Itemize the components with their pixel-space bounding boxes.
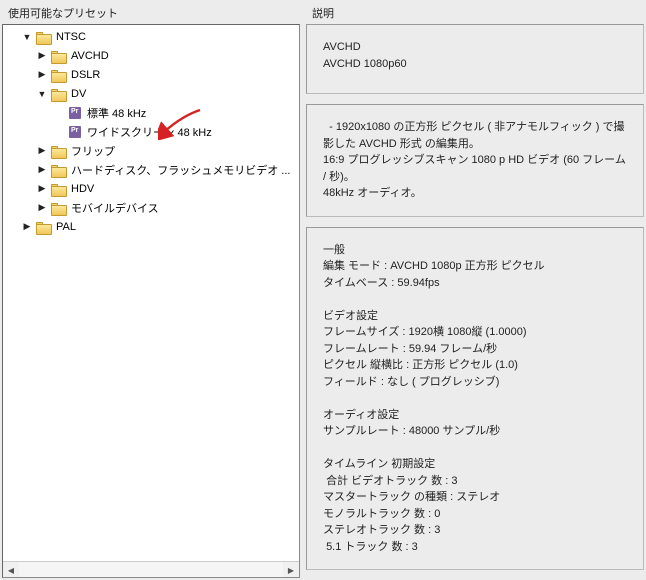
folder-icon — [51, 201, 67, 215]
tree-item-preset-standard[interactable]: 標準 48 kHz — [3, 103, 299, 122]
preset-tree[interactable]: NTSC AVCHD DSLR DV — [2, 24, 300, 578]
expand-toggle-icon[interactable] — [35, 201, 49, 215]
description-header-box: AVCHD AVCHD 1080p60 — [306, 24, 644, 94]
desc-text: AVCHD — [323, 41, 361, 53]
folder-icon — [51, 68, 67, 82]
tree-label: HDV — [71, 183, 94, 195]
tree-label: 標準 48 kHz — [87, 105, 146, 121]
scroll-right-icon[interactable]: ▶ — [283, 562, 299, 578]
tree-item-hdd[interactable]: ハードディスク、フラッシュメモリビデオ ... — [3, 160, 299, 179]
presets-panel-title: 使用可能なプリセット — [2, 2, 300, 24]
tree-label: DSLR — [71, 69, 100, 81]
expand-toggle-icon[interactable] — [20, 220, 34, 234]
tree-label: モバイルデバイス — [71, 200, 159, 216]
tree-item-dslr[interactable]: DSLR — [3, 65, 299, 84]
desc-text: - 1920x1080 の正方形 ピクセル ( 非アナモルフィック ) で撮影し… — [323, 121, 625, 150]
desc-heading: ビデオ設定 — [323, 310, 378, 322]
folder-icon — [51, 87, 67, 101]
desc-text: マスタートラック の種類 : ステレオ — [323, 491, 500, 503]
desc-heading: オーディオ設定 — [323, 409, 399, 421]
desc-text: AVCHD 1080p60 — [323, 58, 407, 70]
tree-item-preset-widescreen[interactable]: ワイドスクリーン 48 kHz — [3, 122, 299, 141]
desc-text: モノラルトラック 数 : 0 — [323, 508, 440, 520]
tree-label: AVCHD — [71, 50, 109, 62]
preset-icon — [67, 125, 83, 139]
expand-toggle-icon[interactable] — [20, 30, 34, 44]
expand-toggle-icon[interactable] — [35, 68, 49, 82]
tree-item-dv[interactable]: DV — [3, 84, 299, 103]
tree-item-pal[interactable]: PAL — [3, 217, 299, 236]
tree-label: フリップ — [71, 143, 115, 159]
desc-text: 16:9 プログレッシブスキャン 1080 p HD ビデオ (60 フレーム … — [323, 154, 629, 183]
scroll-track[interactable] — [19, 562, 283, 577]
tree-item-flip[interactable]: フリップ — [3, 141, 299, 160]
description-details-box: 一般 編集 モード : AVCHD 1080p 正方形 ピクセル タイムベース … — [306, 227, 644, 571]
folder-icon — [51, 144, 67, 158]
desc-text: ピクセル 縦横比 : 正方形 ピクセル (1.0) — [323, 359, 518, 371]
desc-text: ステレオトラック 数 : 3 — [323, 524, 440, 536]
tree-label: DV — [71, 88, 86, 100]
folder-icon — [51, 182, 67, 196]
expand-toggle-icon[interactable] — [35, 87, 49, 101]
tree-item-mobile[interactable]: モバイルデバイス — [3, 198, 299, 217]
description-panel-title: 説明 — [306, 2, 644, 24]
desc-heading: 一般 — [323, 244, 345, 256]
desc-text: サンプルレート : 48000 サンプル/秒 — [323, 425, 500, 437]
expand-toggle-icon[interactable] — [35, 182, 49, 196]
description-panel: 説明 AVCHD AVCHD 1080p60 - 1920x1080 の正方形 … — [306, 2, 644, 578]
tree-label: PAL — [56, 221, 76, 233]
tree-label: NTSC — [56, 31, 86, 43]
preset-icon — [67, 106, 83, 120]
folder-icon — [36, 30, 52, 44]
tree-item-ntsc[interactable]: NTSC — [3, 27, 299, 46]
tree-label: ハードディスク、フラッシュメモリビデオ ... — [71, 162, 290, 178]
folder-icon — [51, 49, 67, 63]
expand-toggle-icon[interactable] — [35, 144, 49, 158]
desc-text: フレームサイズ : 1920横 1080縦 (1.0000) — [323, 326, 527, 338]
folder-icon — [36, 220, 52, 234]
desc-text: 48kHz オーディオ。 — [323, 187, 422, 199]
expand-toggle-icon[interactable] — [35, 163, 49, 177]
scroll-left-icon[interactable]: ◀ — [3, 562, 19, 578]
desc-text: 5.1 トラック 数 : 3 — [323, 541, 418, 553]
tree-label: ワイドスクリーン 48 kHz — [87, 124, 212, 140]
folder-icon — [51, 163, 67, 177]
desc-text: 合計 ビデオトラック 数 : 3 — [323, 475, 457, 487]
tree-item-hdv[interactable]: HDV — [3, 179, 299, 198]
tree-item-avchd[interactable]: AVCHD — [3, 46, 299, 65]
desc-heading: タイムライン 初期設定 — [323, 458, 435, 470]
desc-text: フィールド : なし ( プログレッシブ) — [323, 376, 499, 388]
desc-text: 編集 モード : AVCHD 1080p 正方形 ピクセル — [323, 260, 545, 272]
desc-text: フレームレート : 59.94 フレーム/秒 — [323, 343, 497, 355]
description-summary-box: - 1920x1080 の正方形 ピクセル ( 非アナモルフィック ) で撮影し… — [306, 104, 644, 217]
desc-text: タイムベース : 59.94fps — [323, 277, 440, 289]
expand-toggle-icon[interactable] — [35, 49, 49, 63]
presets-panel: 使用可能なプリセット NTSC AVCHD DSLR — [2, 2, 300, 578]
horizontal-scrollbar[interactable]: ◀ ▶ — [3, 561, 299, 577]
